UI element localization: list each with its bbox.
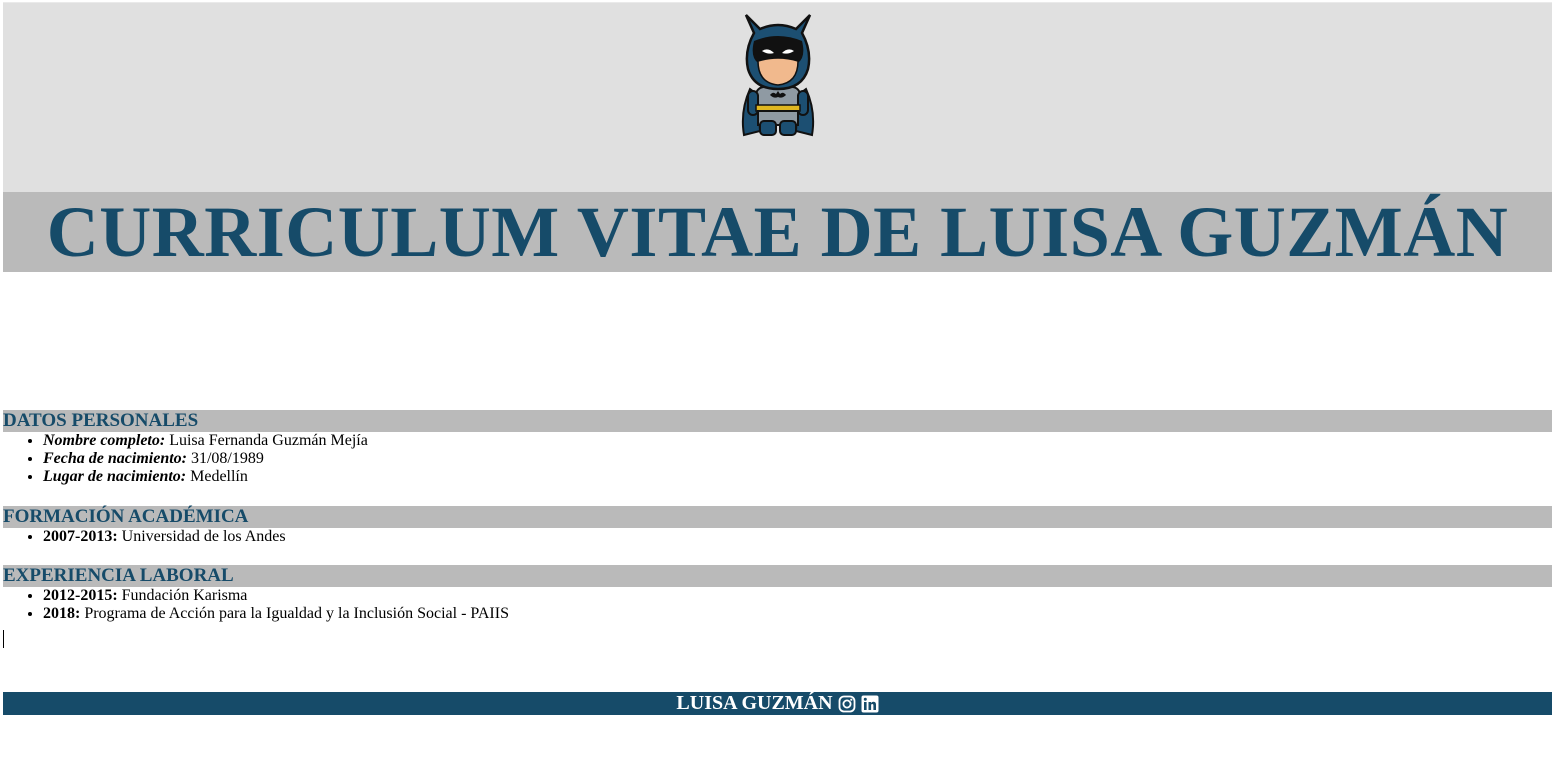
hero-banner <box>3 3 1552 192</box>
title-bar: CURRICULUM VITAE DE LUISA GUZMÁN <box>3 192 1552 272</box>
item-value: Fundación Karisma <box>121 587 248 604</box>
item-value: 31/08/1989 <box>190 450 264 467</box>
item-label: Fecha de nacimiento: <box>43 450 187 467</box>
list-item: 2007-2013: Universidad de los Andes <box>43 528 1552 546</box>
list-item: Fecha de nacimiento: 31/08/1989 <box>43 450 1552 468</box>
item-label: Lugar de nacimiento: <box>43 468 187 485</box>
item-value: Programa de Acción para la Igualdad y la… <box>84 605 509 622</box>
footer: LUISA GUZMÁN <box>3 692 1552 715</box>
item-value: Universidad de los Andes <box>121 528 286 545</box>
item-label: 2018: <box>43 605 81 622</box>
item-label: 2007-2013: <box>43 528 118 545</box>
work-list: 2012-2015: Fundación Karisma 2018: Progr… <box>3 587 1552 623</box>
item-value: Luisa Fernanda Guzmán Mejía <box>169 432 368 449</box>
list-item: 2012-2015: Fundación Karisma <box>43 587 1552 605</box>
page-title: CURRICULUM VITAE DE LUISA GUZMÁN <box>46 192 1509 272</box>
footer-name: LUISA GUZMÁN <box>676 692 833 714</box>
list-item: Lugar de nacimiento: Medellín <box>43 468 1552 486</box>
text-caret <box>3 630 4 648</box>
list-item: Nombre completo: Luisa Fernanda Guzmán M… <box>43 432 1552 450</box>
personal-list: Nombre completo: Luisa Fernanda Guzmán M… <box>3 432 1552 486</box>
instagram-icon[interactable] <box>838 695 856 713</box>
page: CURRICULUM VITAE DE LUISA GUZMÁN DATOS P… <box>3 2 1552 715</box>
section-heading-work: EXPERIENCIA LABORAL <box>3 565 1552 587</box>
education-list: 2007-2013: Universidad de los Andes <box>3 528 1552 546</box>
linkedin-icon[interactable] <box>861 695 879 713</box>
list-item: 2018: Programa de Acción para la Igualda… <box>43 605 1552 623</box>
item-label: 2012-2015: <box>43 587 118 604</box>
section-heading-personal: DATOS PERSONALES <box>3 410 1552 432</box>
batman-avatar-icon <box>741 14 814 137</box>
item-value: Medellín <box>190 468 248 485</box>
item-label: Nombre completo: <box>43 432 166 449</box>
section-heading-education: FORMACIÓN ACADÉMICA <box>3 506 1552 528</box>
